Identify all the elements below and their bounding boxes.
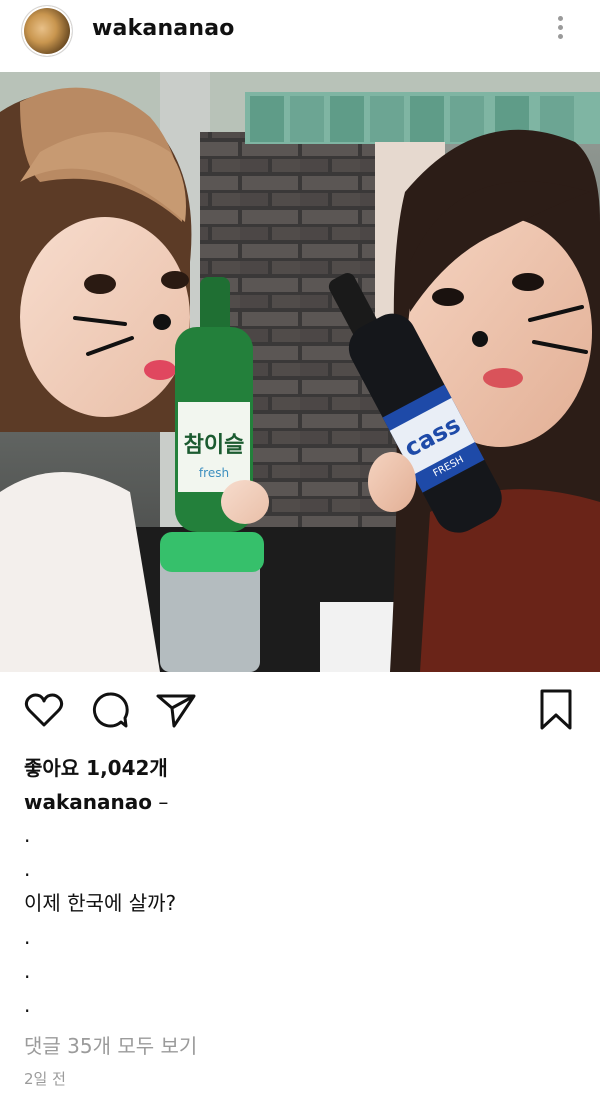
comment-icon[interactable] [88,688,132,732]
caption-text: . . 이제 한국에 살까? . . . [24,818,584,1022]
soju-label-text: 참이슬 [184,433,245,458]
caption-username-text[interactable]: wakananao [24,790,152,814]
post-photo-image: 참이슬 fresh cass FRESH [0,72,600,672]
caption-line: . [24,823,31,847]
post-photo[interactable]: 참이슬 fresh cass FRESH [0,72,600,672]
post-actions [0,672,600,748]
bookmark-icon[interactable] [534,688,578,732]
soju-sub-text: fresh [199,466,229,480]
heart-icon[interactable] [22,688,66,732]
post-timestamp: 2일 전 [24,1070,66,1088]
view-all-comments-link[interactable]: 댓글 35개 모두 보기 [24,1030,197,1059]
more-vertical-icon[interactable] [548,12,572,46]
caption-dash: – [151,790,169,814]
caption-line: . [24,993,31,1017]
caption-line: . [24,857,31,881]
caption-line: . [24,959,31,983]
profile-photo-icon[interactable] [22,6,72,56]
post-header: wakananao [0,0,600,70]
caption-line: 이제 한국에 살까? [24,891,177,915]
caption-username[interactable]: wakananao – [24,790,168,814]
caption-line: . [24,925,31,949]
send-icon[interactable] [154,688,198,732]
likes-count[interactable]: 좋아요 1,042개 [24,752,168,781]
post-username[interactable]: wakananao [92,16,235,41]
